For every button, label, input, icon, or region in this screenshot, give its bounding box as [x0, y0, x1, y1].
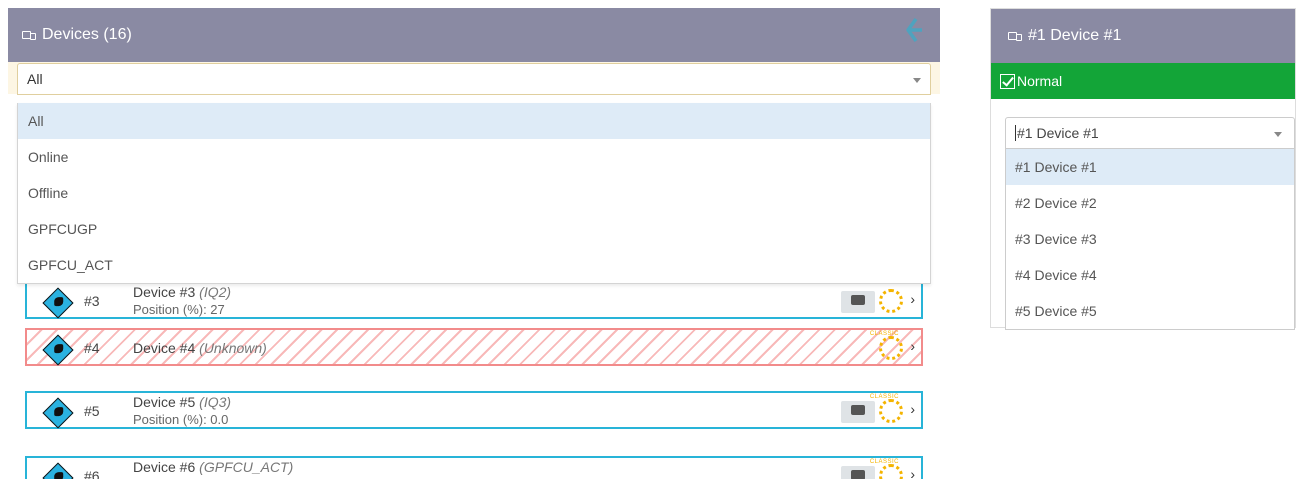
device-row[interactable]: #3 Device #3 (IQ2) Position (%): 27 ›: [25, 281, 923, 319]
diamond-device-icon: [42, 287, 74, 319]
filter-dropdown: All Online Offline GPFCUGP GPFCU_ACT: [17, 103, 931, 284]
device-detail-panel: #1 Device #1 Normal #1 Device #1 #1 Devi…: [990, 8, 1296, 330]
chevron-right-icon: ›: [910, 291, 915, 307]
diamond-device-icon: [42, 334, 74, 366]
device-option[interactable]: #5 Device #5: [1006, 293, 1294, 329]
device-dropdown: #1 Device #1 #2 Device #2 #3 Device #3 #…: [1005, 149, 1295, 330]
diamond-device-icon: [42, 397, 74, 429]
chevron-right-icon: ›: [910, 401, 915, 417]
device-option[interactable]: #4 Device #4: [1006, 257, 1294, 293]
status-bar: Normal: [991, 63, 1295, 99]
text-cursor: [1015, 125, 1016, 141]
filter-select[interactable]: All: [17, 63, 931, 95]
back-arrow-icon[interactable]: [902, 16, 924, 44]
classic-ring-icon: [879, 464, 903, 479]
classic-ring-icon: [879, 336, 903, 360]
checkbox-icon: [1000, 73, 1015, 89]
devices-panel: Devices (16) All #3 Device #3 (IQ2) Posi…: [8, 8, 940, 479]
device-thumbnail: [841, 401, 875, 423]
device-number: #6: [84, 468, 100, 479]
device-option[interactable]: #3 Device #3: [1006, 221, 1294, 257]
device-name: Device #3 (IQ2): [133, 284, 232, 300]
devices-icon: [22, 30, 36, 40]
device-thumbnail: [841, 291, 875, 313]
devices-icon: [1008, 31, 1022, 41]
device-name: Device #5 (IQ3): [133, 394, 232, 410]
caret-down-icon: [913, 78, 921, 83]
device-row[interactable]: #4 Device #4 (Unknown) CLASSIC ›: [25, 328, 923, 366]
device-number: #4: [84, 340, 100, 356]
devices-panel-title: Devices (16): [42, 26, 132, 43]
device-select-value: #1 Device #1: [1017, 125, 1099, 141]
filter-option-all[interactable]: All: [18, 103, 930, 139]
classic-ring-icon: [879, 399, 903, 423]
device-select[interactable]: #1 Device #1: [1005, 117, 1295, 149]
filter-option-offline[interactable]: Offline: [18, 175, 930, 211]
filter-selected-value: All: [27, 71, 43, 87]
device-thumbnail: [841, 466, 875, 479]
devices-panel-header: Devices (16): [8, 8, 940, 62]
device-name: Device #6 (GPFCU_ACT): [133, 459, 294, 475]
device-number: #5: [84, 403, 100, 419]
status-label: Normal: [1017, 73, 1063, 89]
device-position: Position (%): 0.0: [133, 412, 229, 427]
classic-ring-icon: [879, 289, 903, 313]
filter-bar: All: [8, 62, 940, 95]
chevron-right-icon: ›: [910, 466, 915, 479]
device-number: #3: [84, 293, 100, 309]
device-detail-title: #1 Device #1: [1028, 27, 1122, 44]
caret-down-icon: [1274, 132, 1282, 137]
diamond-device-icon: [42, 462, 74, 479]
filter-option-gpfcu-act[interactable]: GPFCU_ACT: [18, 247, 930, 283]
device-option[interactable]: #1 Device #1: [1006, 149, 1294, 185]
device-detail-header: #1 Device #1: [991, 9, 1295, 63]
device-option[interactable]: #2 Device #2: [1006, 185, 1294, 221]
device-name: Device #4 (Unknown): [133, 340, 267, 356]
filter-option-gpfcugp[interactable]: GPFCUGP: [18, 211, 930, 247]
device-position: Position (%): 27: [133, 302, 225, 317]
device-row[interactable]: #5 Device #5 (IQ3) Position (%): 0.0 CLA…: [25, 391, 923, 429]
chevron-right-icon: ›: [910, 338, 915, 354]
filter-option-online[interactable]: Online: [18, 139, 930, 175]
device-row[interactable]: #6 Device #6 (GPFCU_ACT) CLASSIC ›: [25, 456, 923, 479]
